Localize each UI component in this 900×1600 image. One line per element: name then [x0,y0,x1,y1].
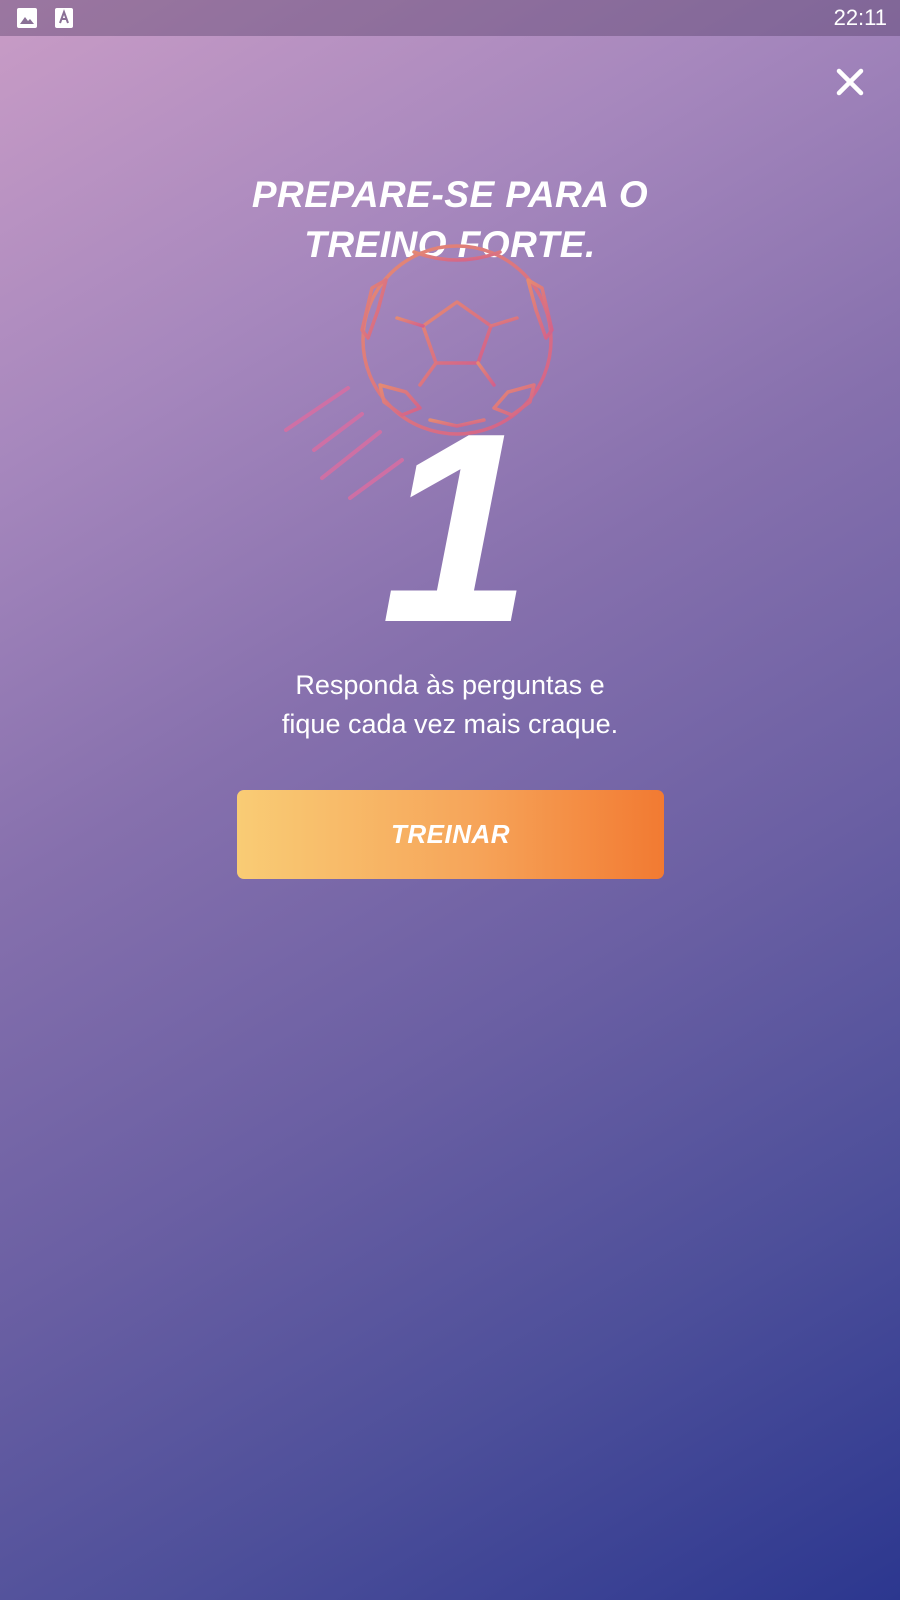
image-icon [17,8,37,28]
status-time: 22:11 [833,5,887,30]
subtitle-line-2: fique cada vez mais craque. [281,709,619,739]
countdown-number: 1 [381,405,531,625]
status-bar: 22:11 [0,0,900,36]
close-icon[interactable] [826,58,874,106]
subtitle-line-1: Responda às perguntas e [295,670,605,700]
subtitle: Responda às perguntas e fique cada vez m… [150,666,750,744]
countdown-digit: 1 [381,405,531,625]
font-icon [55,8,73,28]
title-line-1: PREPARE-SE PARA O [251,174,649,215]
train-button[interactable]: TREINAR [237,790,664,879]
